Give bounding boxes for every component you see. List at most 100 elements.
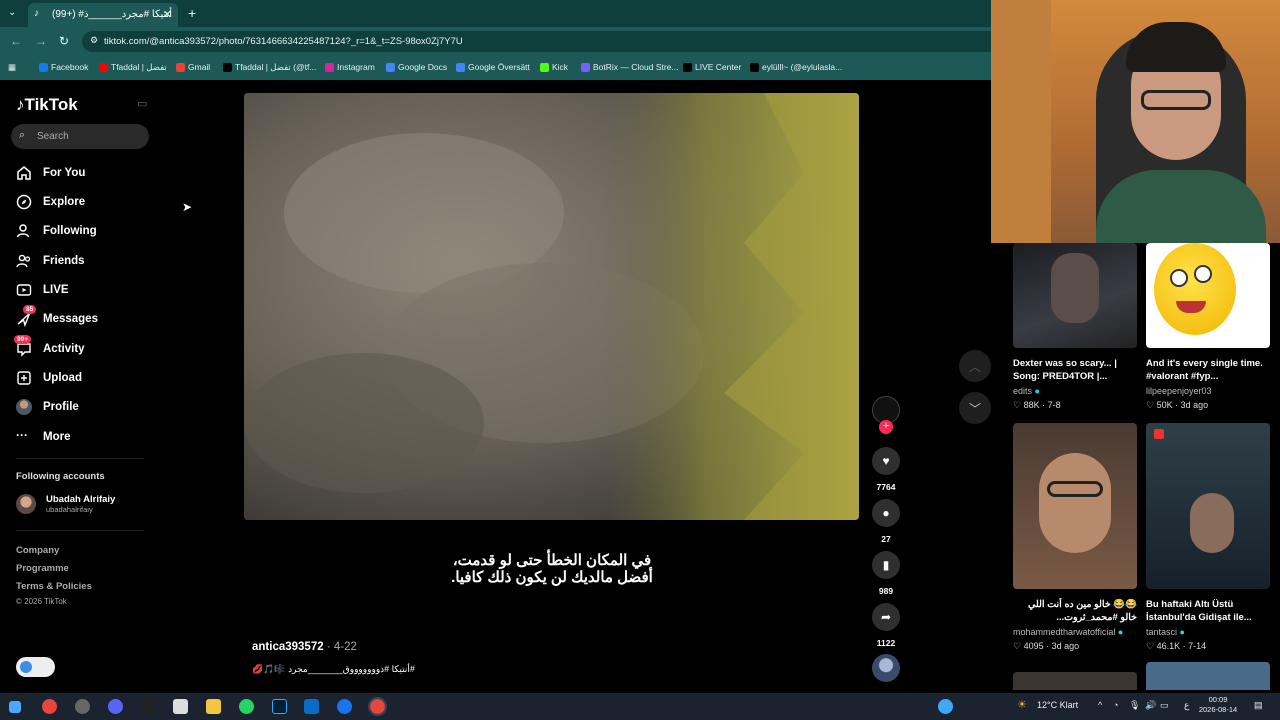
new-tab-icon[interactable]: + [188, 5, 196, 21]
volume-icon[interactable]: 🔊 [1145, 700, 1156, 711]
thumb-face [1190, 493, 1234, 553]
webcam-overlay [991, 0, 1280, 243]
nav-upload[interactable]: Upload [16, 370, 82, 386]
rec-user: lilpeepenjoyer03 [1146, 386, 1212, 396]
music-disc[interactable] [872, 654, 900, 682]
nav-profile[interactable]: Profile [16, 399, 79, 415]
tab-list-icon[interactable]: ⌄ [8, 7, 16, 18]
next-post-button[interactable]: ﹀ [959, 392, 991, 424]
nav-messages[interactable]: 85 Messages [16, 305, 98, 327]
rec-card[interactable]: And it's every single time. #valorant #f… [1146, 243, 1270, 411]
clock[interactable]: 00:09 2026-08-14 [1198, 695, 1238, 715]
nav-for-you[interactable]: For You [16, 165, 85, 181]
upload-icon [17, 371, 31, 385]
weather-text[interactable]: 12°C Klart [1037, 700, 1078, 710]
following-heading: Following accounts [16, 471, 105, 482]
account-avatar [16, 494, 36, 514]
language-indicator[interactable]: ع [1184, 700, 1189, 711]
chevron-down-icon: ﹀ [968, 401, 981, 416]
friends-icon [16, 254, 31, 268]
reload-icon[interactable]: ↻ [59, 34, 69, 48]
save-button[interactable]: ▮ [872, 551, 900, 579]
like-button[interactable]: ♥ [872, 447, 900, 475]
post-media[interactable] [244, 93, 859, 520]
bookmark-gmail[interactable]: Gmail [176, 62, 210, 72]
bookmark-google-translate[interactable]: Google Översätt [456, 62, 530, 72]
browser-tab[interactable]: ♪ (99+) #أنتيكا #مجرد______ذ ✕ [28, 3, 178, 27]
store-icon[interactable] [304, 699, 319, 714]
close-tab-icon[interactable]: ✕ [163, 8, 172, 21]
app-icon[interactable] [173, 699, 188, 714]
windows-start-icon[interactable] [9, 701, 21, 713]
comment-count: 27 [881, 534, 891, 544]
rec-card[interactable]: Dexter was so scary... | Song: PRED4TOR … [1013, 243, 1137, 411]
network-icon[interactable]: ◔ [1113, 700, 1118, 710]
bookmark-botrix[interactable]: BotRix — Cloud Stre... [581, 62, 679, 72]
bookmark-instagram[interactable]: Instagram [325, 62, 375, 72]
previous-post-button[interactable]: ︿ [959, 350, 991, 382]
discord-icon[interactable] [108, 699, 123, 714]
obs-icon[interactable] [75, 699, 90, 714]
share-button[interactable]: ➦ [872, 603, 900, 631]
bookmark-facebook[interactable]: Facebook [39, 62, 88, 72]
following-account[interactable]: Ubadah Alrifaiy ubadahalrifaiy [16, 494, 115, 514]
bookmark-tfaddal[interactable]: Tfaddal | تفضل [99, 62, 167, 73]
app-toggle[interactable] [16, 657, 55, 677]
search-input[interactable]: ⌕ Search [11, 124, 149, 149]
microphone-icon[interactable]: 🎙 [1129, 700, 1140, 711]
nav-explore[interactable]: Explore [16, 194, 85, 210]
cam-glasses [1141, 90, 1211, 110]
nav-more[interactable]: ··· More [16, 429, 70, 445]
rec-thumbnail-partial[interactable] [1146, 662, 1270, 690]
photoshop-icon[interactable] [272, 699, 287, 714]
collapse-sidebar-icon[interactable]: ▭ [137, 97, 147, 110]
browser-icon[interactable] [337, 699, 352, 714]
cam-hair [1126, 22, 1226, 72]
nav-live[interactable]: LIVE [16, 282, 69, 298]
notifications-icon[interactable]: ▤ [1254, 700, 1263, 711]
battery-icon[interactable]: ▭ [1160, 700, 1169, 711]
heart-icon: ♡ [1146, 400, 1155, 410]
user-follow-icon [16, 224, 30, 238]
author-name[interactable]: antica393572 [252, 641, 324, 653]
rec-thumbnail [1146, 423, 1270, 589]
follow-plus-icon[interactable]: + [879, 420, 893, 434]
footer-programme[interactable]: Programme [16, 563, 69, 574]
nav-friends[interactable]: Friends [16, 253, 85, 269]
rec-user: edits ● [1013, 386, 1040, 396]
rec-title: Bu haftaki Altı Üstü İstanbul'da Gidişat… [1146, 599, 1252, 623]
whatsapp-icon[interactable] [239, 699, 254, 714]
file-explorer-icon[interactable] [206, 699, 221, 714]
tiktok-logo[interactable]: ♪TikTok [16, 95, 78, 115]
bookmark-live-center[interactable]: LIVE Center [683, 62, 741, 72]
thumb-face [1039, 453, 1111, 553]
site-info-icon[interactable]: ⚙ [90, 35, 98, 46]
rec-stats: ♡ 4095 · 3d ago [1013, 641, 1080, 651]
rec-thumbnail-partial[interactable] [1013, 672, 1137, 690]
bookmark-google-docs[interactable]: Google Docs [386, 62, 447, 72]
rec-card[interactable]: 😂😂 خالو مين ده أنت اللي خالو #محمد_ثروت.… [1013, 423, 1137, 652]
chrome-icon[interactable] [42, 699, 57, 714]
nav-following[interactable]: Following [16, 223, 97, 239]
account-name: Ubadah Alrifaiy [46, 494, 116, 505]
back-icon[interactable]: ← [10, 34, 22, 48]
bookmark-tfaddal-tiktok[interactable]: Tfaddal | تفضل (@tf... [223, 62, 316, 73]
cam-shirt [1096, 170, 1266, 243]
rec-thumbnail [1013, 423, 1137, 589]
tray-chevron-icon[interactable]: ^ [1098, 700, 1102, 710]
bookmark-kick[interactable]: Kick [540, 62, 568, 72]
post-author[interactable]: antica393572 · 4-22 [252, 641, 357, 653]
apps-icon[interactable]: ▦ [8, 62, 16, 73]
footer-terms[interactable]: Terms & Policies [16, 581, 92, 592]
forward-icon[interactable]: → [35, 34, 47, 48]
bookmark-eylul[interactable]: eylülll~ (@eylulasla... [750, 62, 842, 72]
rec-card[interactable]: Bu haftaki Altı Üstü İstanbul'da Gidişat… [1146, 423, 1270, 652]
nav-activity[interactable]: 99+ Activity [14, 335, 85, 357]
comment-button[interactable]: ● [872, 499, 900, 527]
help-icon[interactable] [938, 699, 953, 714]
thumb-face [1051, 253, 1099, 323]
chrome-active-icon[interactable] [368, 697, 387, 716]
url-input[interactable]: ⚙ tiktok.com/@antica393572/photo/7631466… [82, 31, 1002, 52]
footer-company[interactable]: Company [16, 545, 59, 556]
capcut-icon[interactable] [141, 699, 156, 714]
